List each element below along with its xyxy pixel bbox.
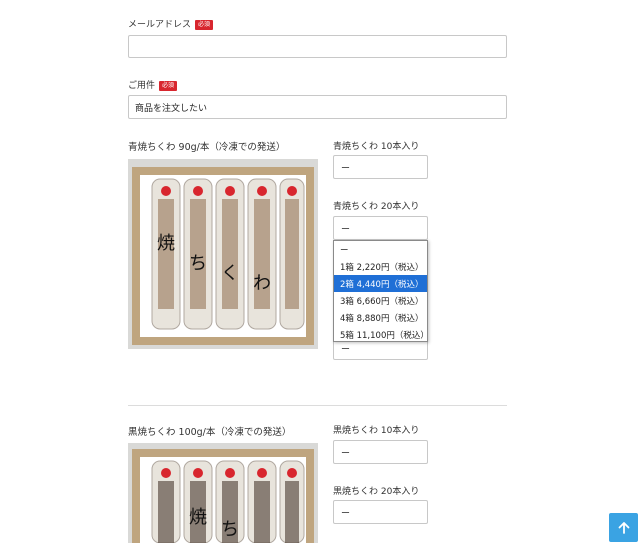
option-label-10: 黒焼ちくわ 10本入り [333,426,420,436]
svg-text:わ: わ [253,273,271,294]
product-image: 焼 ち [128,443,318,543]
back-to-top-button[interactable] [609,513,638,542]
product-title: 青焼ちくわ 90g/本（冷凍での発送） [128,142,286,153]
arrow-up-icon [618,521,629,534]
section-divider [128,405,507,406]
product-title: 黒焼ちくわ 100g/本（冷凍での発送） [128,427,292,438]
quantity-select-20[interactable]: ー [333,216,428,240]
email-field[interactable] [128,35,507,58]
dropdown-option-selected[interactable]: 2箱 4,440円（税込） [334,275,427,292]
svg-text:ち: ち [221,519,239,540]
svg-text:焼: 焼 [157,233,175,254]
required-badge: 必須 [195,20,214,30]
svg-text:ち: ち [189,253,207,274]
quantity-dropdown-list[interactable]: ー 1箱 2,220円（税込） 2箱 4,440円（税込） 3箱 6,660円（… [333,240,429,343]
required-badge: 必須 [159,81,178,91]
quantity-select-10[interactable]: ー [333,440,428,464]
subject-label-text: ご用件 [128,81,156,91]
svg-text:焼: 焼 [189,507,207,528]
email-label: メールアドレス 必須 [128,17,214,30]
dropdown-option[interactable]: 4箱 8,880円（税込） [334,309,427,326]
quantity-select-20[interactable]: ー [333,500,428,524]
email-label-text: メールアドレス [128,20,192,30]
dropdown-option[interactable]: ー [334,241,427,258]
dropdown-option[interactable]: 5箱 11,100円（税込） [334,326,429,343]
chikuwa-box-illustration: 焼 ち [128,443,318,543]
dropdown-option[interactable]: 3箱 6,660円（税込） [334,292,427,309]
chikuwa-box-illustration: 焼 ち く わ [128,159,318,349]
option-label-20: 黒焼ちくわ 20本入り [333,487,420,497]
quantity-select-10[interactable]: ー [333,155,428,179]
svg-text:く: く [221,263,239,284]
option-label-20: 青焼ちくわ 20本入り [333,202,420,212]
option-label-10: 青焼ちくわ 10本入り [333,142,420,152]
dropdown-option[interactable]: 1箱 2,220円（税込） [334,258,427,275]
subject-field[interactable]: 商品を注文したい [128,95,507,119]
subject-label: ご用件 必須 [128,78,178,91]
product-image: 焼 ち く わ [128,159,318,349]
